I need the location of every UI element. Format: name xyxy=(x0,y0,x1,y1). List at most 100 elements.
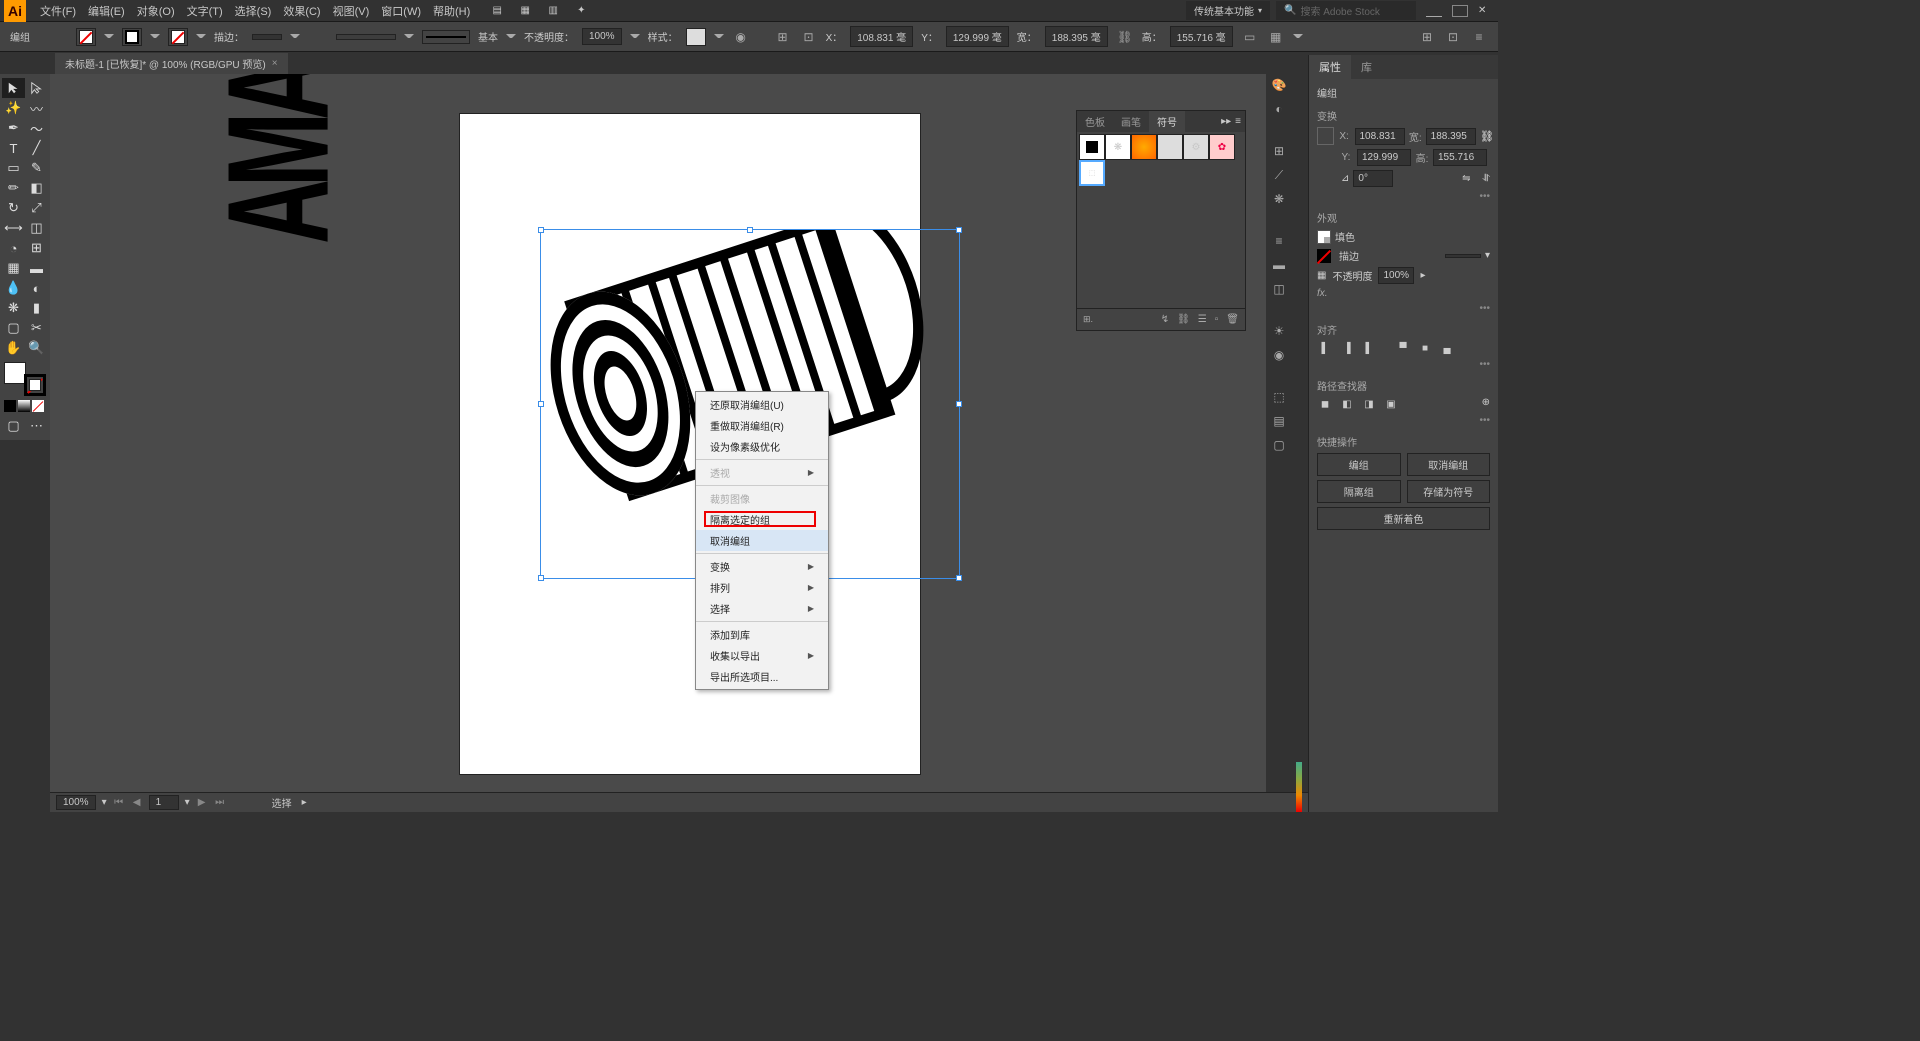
eyedropper-tool[interactable]: 💧 xyxy=(2,278,25,298)
zoom-level[interactable]: 100% xyxy=(56,795,96,810)
delete-symbol-icon[interactable]: 🗑 xyxy=(1226,314,1239,325)
brush-dropdown-icon[interactable] xyxy=(404,34,414,44)
artboard-dropdown-icon[interactable]: ▾ xyxy=(185,797,190,808)
stroke-weight-dropdown-icon[interactable] xyxy=(290,34,300,44)
width-tool[interactable]: ⟷ xyxy=(2,218,25,238)
more-options-icon[interactable]: ••• xyxy=(1317,191,1490,202)
artboard-number[interactable]: 1 xyxy=(149,795,179,810)
artboard-tool[interactable]: ▢ xyxy=(2,318,25,338)
opacity-dropdown-icon[interactable] xyxy=(630,34,640,44)
menu-file[interactable]: 文件(F) xyxy=(34,3,82,19)
symbols-tab[interactable]: 符号 xyxy=(1149,111,1185,132)
ctx-pixel-optimize[interactable]: 设为像素级优化 xyxy=(696,436,828,457)
new-symbol-icon[interactable]: ▫ xyxy=(1215,314,1219,325)
graph-tool[interactable]: ▮ xyxy=(25,298,48,318)
close-tab-icon[interactable]: × xyxy=(272,58,278,69)
bridge-icon[interactable]: ▤ xyxy=(488,4,506,18)
shape-icon[interactable]: ▭ xyxy=(1241,30,1259,44)
align-hcenter-icon[interactable]: ▐ xyxy=(1339,341,1355,355)
layers-panel-icon[interactable]: ⬚ xyxy=(1270,388,1288,406)
menu-type[interactable]: 文字(T) xyxy=(181,3,229,19)
align-top-icon[interactable]: ▀ xyxy=(1395,341,1411,355)
none-color-icon[interactable] xyxy=(32,400,44,412)
prev-artboard-icon[interactable]: ◀ xyxy=(131,797,143,808)
ctx-arrange[interactable]: 排列▶ xyxy=(696,577,828,598)
symbol-thumb[interactable] xyxy=(1079,134,1105,160)
gradient-panel-icon[interactable]: ▬ xyxy=(1270,256,1288,274)
gradient-icon[interactable] xyxy=(18,400,30,412)
ctx-redo[interactable]: 重做取消编组(R) xyxy=(696,415,828,436)
symbol-thumb[interactable]: ✿ xyxy=(1209,134,1235,160)
menu-select[interactable]: 选择(S) xyxy=(229,3,278,19)
ungroup-button[interactable]: 取消编组 xyxy=(1407,453,1491,476)
stroke-weight-input[interactable] xyxy=(1445,254,1481,258)
resize-handle-br[interactable] xyxy=(956,575,962,581)
line-tool[interactable]: ╱ xyxy=(25,138,48,158)
props-rotate-input[interactable]: 0° xyxy=(1353,170,1393,187)
setup-icon[interactable]: ⊞ xyxy=(1418,30,1436,44)
selection-tool[interactable] xyxy=(2,78,25,98)
hand-tool[interactable]: ✋ xyxy=(2,338,25,358)
w-input[interactable]: 188.395 毫 xyxy=(1045,26,1108,47)
menu-icon[interactable]: ≡ xyxy=(1470,30,1488,44)
stroke-color-dropdown-icon[interactable] xyxy=(196,34,206,44)
opacity-input[interactable]: 100% xyxy=(582,28,622,45)
minus-front-icon[interactable]: ◧ xyxy=(1339,397,1355,411)
screen-mode-tool[interactable]: ▢ xyxy=(2,416,25,436)
isolate-button[interactable]: 隔离组 xyxy=(1317,480,1401,503)
search-stock-input[interactable]: 🔍搜索 Adobe Stock xyxy=(1276,1,1416,20)
next-artboard-icon[interactable]: ▶ xyxy=(196,797,208,808)
ctx-transform[interactable]: 变换▶ xyxy=(696,556,828,577)
appearance-panel-icon[interactable]: ☀ xyxy=(1270,322,1288,340)
menu-help[interactable]: 帮助(H) xyxy=(427,3,476,19)
intersect-icon[interactable]: ◨ xyxy=(1361,397,1377,411)
type-tool[interactable]: T xyxy=(2,138,25,158)
stroke-profile-dropdown-icon[interactable] xyxy=(506,34,516,44)
artboards-panel-icon[interactable]: ▢ xyxy=(1270,436,1288,454)
ctx-select[interactable]: 选择▶ xyxy=(696,598,828,619)
brushes-panel-icon[interactable]: ⟋ xyxy=(1270,166,1288,184)
menu-effect[interactable]: 效果(C) xyxy=(277,3,326,19)
align-right-icon[interactable]: ▌ xyxy=(1361,341,1377,355)
menu-object[interactable]: 对象(O) xyxy=(131,3,181,19)
resize-handle-tc[interactable] xyxy=(747,227,753,233)
mesh-tool[interactable]: ▦ xyxy=(2,258,25,278)
align-vcenter-icon[interactable]: ■ xyxy=(1417,341,1433,355)
symbol-thumb[interactable]: ⬚ xyxy=(1079,160,1105,186)
fill-color-icon[interactable] xyxy=(4,362,26,384)
props-y-input[interactable]: 129.999 xyxy=(1357,149,1411,166)
save-symbol-button[interactable]: 存储为符号 xyxy=(1407,480,1491,503)
fx-label[interactable]: fx. xyxy=(1317,288,1328,299)
menu-window[interactable]: 窗口(W) xyxy=(375,3,427,19)
color-guide-icon[interactable]: ◐ xyxy=(1270,100,1288,118)
perspective-tool[interactable]: ⊞ xyxy=(25,238,48,258)
stock-icon[interactable]: ▦ xyxy=(516,4,534,18)
resize-handle-tr[interactable] xyxy=(956,227,962,233)
magic-wand-tool[interactable]: ✨ xyxy=(2,98,25,118)
panel-menu-icon[interactable]: ≡ xyxy=(1235,116,1241,127)
more-options-icon[interactable]: ••• xyxy=(1317,303,1490,314)
h-input[interactable]: 155.716 毫 xyxy=(1170,26,1233,47)
fill-swatch-icon[interactable] xyxy=(1317,230,1331,244)
stroke-swatch-icon[interactable] xyxy=(1317,249,1331,263)
stroke-weight-input[interactable] xyxy=(252,34,282,40)
paintbrush-tool[interactable]: ✎ xyxy=(25,158,48,178)
reference-point-icon[interactable] xyxy=(1317,127,1334,145)
ctx-collect-export[interactable]: 收集以导出▶ xyxy=(696,645,828,666)
x-input[interactable]: 108.831 毫 xyxy=(850,26,913,47)
more-options-icon[interactable]: ••• xyxy=(1317,415,1490,426)
gradient-tool[interactable]: ▬ xyxy=(25,258,48,278)
first-artboard-icon[interactable]: ⏮ xyxy=(113,797,125,808)
blend-tool[interactable]: ◐ xyxy=(25,278,48,298)
exclude-icon[interactable]: ▣ xyxy=(1383,397,1399,411)
stroke-dd-icon[interactable]: ▾ xyxy=(1485,250,1490,261)
status-arrow-icon[interactable]: ▸ xyxy=(302,797,307,808)
fill-dropdown-icon[interactable] xyxy=(104,34,114,44)
free-transform-tool[interactable]: ◫ xyxy=(25,218,48,238)
props-opacity-input[interactable]: 100% xyxy=(1378,267,1414,284)
break-link-icon[interactable]: ⛓ xyxy=(1177,314,1190,325)
more-options-icon[interactable]: ••• xyxy=(1317,359,1490,370)
window-close-icon[interactable]: ✕ xyxy=(1478,5,1494,17)
workspace-switcher[interactable]: 传统基本功能▾ xyxy=(1186,1,1270,20)
ctx-isolate-group[interactable]: 隔离选定的组 xyxy=(696,509,828,530)
